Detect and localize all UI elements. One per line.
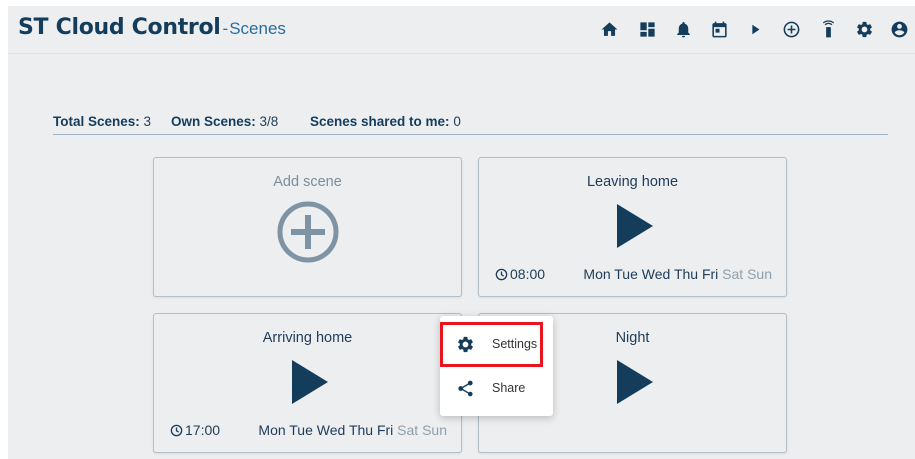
play-icon[interactable]: [615, 360, 655, 404]
total-scenes-label: Total Scenes:: [53, 114, 140, 129]
scene-time-value: 08:00: [510, 266, 546, 282]
scene-time-value: 17:00: [185, 422, 221, 438]
scene-context-menu: Settings Share: [440, 316, 553, 416]
total-scenes: Total Scenes: 3: [53, 114, 151, 129]
own-scenes: Own Scenes: 3/8: [171, 114, 278, 129]
play-icon[interactable]: [290, 360, 330, 404]
home-icon[interactable]: [598, 18, 620, 40]
menu-item-label: Share: [492, 381, 526, 395]
add-circle-icon[interactable]: [780, 18, 802, 40]
menu-item-share[interactable]: Share: [440, 366, 553, 410]
scene-time: 17:00: [170, 422, 220, 438]
scene-card-arriving-home[interactable]: Arriving home 17:00 Mon Tue Wed Thu Fri …: [153, 313, 462, 453]
gear-icon: [454, 333, 476, 355]
inactive-days: Sat Sun: [722, 266, 772, 282]
remote-icon[interactable]: [817, 18, 839, 40]
menu-item-settings[interactable]: Settings: [440, 322, 553, 366]
scene-days: Mon Tue Wed Thu Fri Sat Sun: [583, 266, 772, 282]
add-circle-icon: [276, 200, 340, 264]
title-separator: -: [222, 19, 229, 38]
calendar-icon[interactable]: [708, 18, 730, 40]
dashboard-icon[interactable]: [636, 18, 658, 40]
play-icon[interactable]: [744, 18, 766, 40]
page-title: Scenes: [229, 19, 286, 38]
shared-scenes: Scenes shared to me: 0: [310, 114, 461, 129]
scene-card-leaving-home[interactable]: Leaving home 08:00 Mon Tue Wed Thu Fri S…: [478, 157, 787, 297]
total-scenes-value: 3: [143, 114, 152, 129]
clock-icon: [170, 424, 183, 436]
share-icon: [454, 377, 476, 399]
active-days: Mon Tue Wed Thu Fri: [258, 422, 394, 438]
shared-scenes-label: Scenes shared to me:: [310, 114, 450, 129]
add-scene-label: Add scene: [273, 174, 342, 190]
scene-days: Mon Tue Wed Thu Fri Sat Sun: [258, 422, 447, 438]
scene-summary: Total Scenes: 3 Own Scenes: 3/8 Scenes s…: [53, 114, 888, 135]
scene-name: Arriving home: [262, 330, 353, 346]
menu-item-label: Settings: [492, 337, 538, 351]
bell-icon[interactable]: [672, 18, 694, 40]
clock-icon: [495, 268, 508, 280]
gear-icon[interactable]: [853, 18, 875, 40]
app-title[interactable]: ST Cloud Control: [18, 15, 221, 40]
scene-time: 08:00: [495, 266, 545, 282]
own-scenes-value: 3/8: [259, 114, 279, 129]
active-days: Mon Tue Wed Thu Fri: [583, 266, 719, 282]
header-bar: ST Cloud Control - Scenes: [8, 6, 915, 54]
add-scene-card[interactable]: Add scene: [153, 157, 462, 297]
app-window: ST Cloud Control - Scenes Total Scenes: …: [8, 6, 915, 459]
inactive-days: Sat Sun: [397, 422, 447, 438]
account-icon[interactable]: [888, 18, 910, 40]
own-scenes-label: Own Scenes:: [171, 114, 256, 129]
brand: ST Cloud Control - Scenes: [18, 15, 286, 40]
scene-name: Leaving home: [586, 174, 679, 190]
play-icon[interactable]: [615, 204, 655, 248]
shared-scenes-value: 0: [453, 114, 461, 129]
